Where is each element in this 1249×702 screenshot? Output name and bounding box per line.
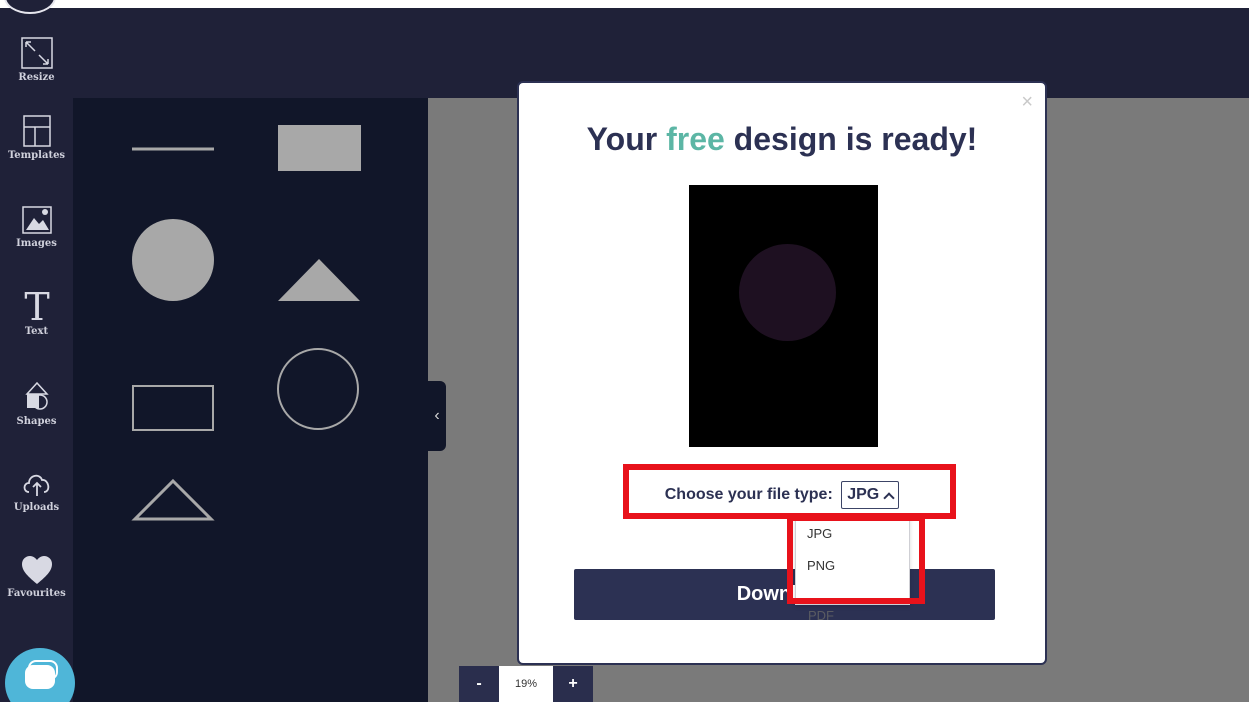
sidebar-item-shapes[interactable]: Shapes xyxy=(0,380,73,427)
modal-title-accent: free xyxy=(666,121,725,157)
sidebar-item-label: Resize xyxy=(18,72,55,83)
sidebar-item-label: Images xyxy=(16,238,57,249)
shape-triangle-filled[interactable] xyxy=(278,259,360,301)
top-strip xyxy=(0,0,1249,8)
sidebar-item-uploads[interactable]: Uploads xyxy=(0,466,73,513)
heart-icon xyxy=(21,556,52,584)
svg-text:T: T xyxy=(24,286,49,324)
zoom-in-button[interactable]: + xyxy=(553,666,593,702)
sidebar-item-resize[interactable]: Resize xyxy=(0,36,73,83)
download-modal: × Your free design is ready! Choose your… xyxy=(517,81,1047,665)
sidebar-item-label: Uploads xyxy=(13,502,60,513)
modal-title-start: Your xyxy=(586,121,667,157)
preview-circle xyxy=(739,244,836,341)
text-icon: T xyxy=(24,286,49,324)
download-button[interactable]: Download xyxy=(574,569,995,620)
highlight-box-dropdown xyxy=(787,515,925,604)
resize-icon xyxy=(20,37,53,69)
templates-icon xyxy=(22,115,51,147)
sidebar-item-text[interactable]: T Text xyxy=(0,286,73,337)
highlight-box-file-type xyxy=(623,464,956,519)
zoom-control: - 19% + xyxy=(459,666,593,702)
shapes-grid xyxy=(131,125,361,521)
close-button[interactable]: × xyxy=(1021,91,1033,114)
sidebar-item-images[interactable]: Images xyxy=(0,204,73,249)
uploads-icon xyxy=(23,474,49,496)
shape-rectangle-filled[interactable] xyxy=(278,125,361,171)
sidebar-item-label: Text xyxy=(24,326,49,337)
sidebar-item-templates[interactable]: Templates xyxy=(0,114,73,161)
editor-screen: Resize Templates Images T Text Shapes Up… xyxy=(0,0,1249,702)
design-preview xyxy=(689,185,878,447)
shape-circle-outline[interactable] xyxy=(277,348,359,430)
shape-rectangle-outline[interactable] xyxy=(132,385,214,431)
shapes-icon xyxy=(24,381,49,410)
chat-bubble-fill xyxy=(25,665,55,689)
modal-title: Your free design is ready! xyxy=(519,121,1045,158)
images-icon xyxy=(21,206,52,234)
collapse-panel-button[interactable]: ‹ xyxy=(428,381,446,451)
dropdown-option-pdf[interactable]: PDF xyxy=(808,608,834,623)
shape-circle-filled[interactable] xyxy=(132,219,214,301)
left-sidebar: Resize Templates Images T Text Shapes Up… xyxy=(0,8,73,702)
sidebar-item-label: Templates xyxy=(7,150,66,161)
shapes-panel xyxy=(73,98,428,702)
sidebar-item-label: Favourites xyxy=(7,588,66,599)
modal-title-end: design is ready! xyxy=(724,121,978,157)
shape-triangle-outline[interactable] xyxy=(131,478,215,521)
sidebar-item-label: Shapes xyxy=(16,416,57,427)
zoom-out-button[interactable]: - xyxy=(459,666,499,702)
chevron-left-icon: ‹ xyxy=(434,407,440,424)
sidebar-item-favourites[interactable]: Favourites xyxy=(0,554,73,599)
zoom-level: 19% xyxy=(499,666,553,702)
